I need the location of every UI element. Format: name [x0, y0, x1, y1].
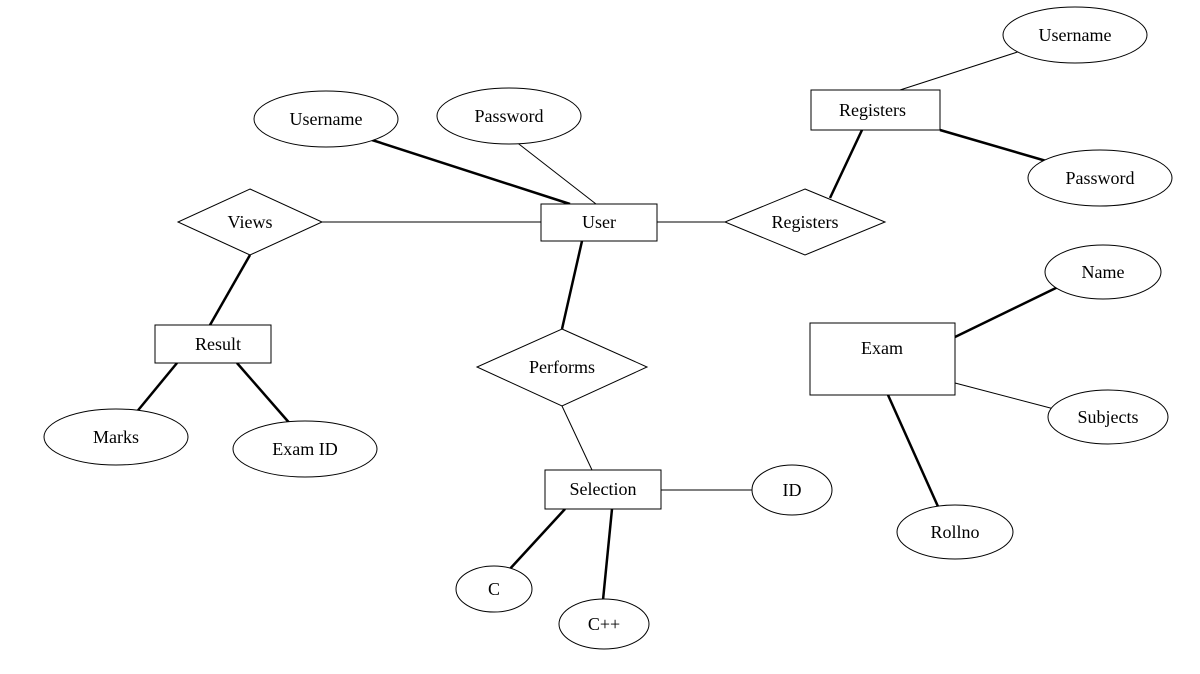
attr-result-marks-label: Marks	[93, 427, 139, 447]
entity-exam: Exam	[810, 323, 955, 395]
edge-exam-name	[955, 286, 1060, 337]
rel-registers: Registers	[725, 189, 885, 255]
edge-selection-cpp	[603, 509, 612, 600]
attr-result-marks: Marks	[44, 409, 188, 465]
attr-user-username: Username	[254, 91, 398, 147]
edge-registers-username	[900, 48, 1030, 90]
attr-reg-username-label: Username	[1039, 25, 1112, 45]
attr-exam-rollno: Rollno	[897, 505, 1013, 559]
edge-exam-subjects	[955, 383, 1058, 410]
edge-result-marks	[135, 363, 177, 414]
entity-result: Result	[155, 325, 271, 363]
entity-registers: Registers	[811, 90, 940, 130]
rel-views: Views	[178, 189, 322, 255]
edge-registers-rel-entity	[830, 130, 862, 198]
entity-selection: Selection	[545, 470, 661, 509]
attr-exam-name: Name	[1045, 245, 1161, 299]
attr-exam-name-label: Name	[1082, 262, 1125, 282]
entity-user: User	[541, 204, 657, 241]
entity-selection-label: Selection	[570, 479, 637, 499]
edge-exam-rollno	[888, 395, 940, 511]
attr-selection-cpp-label: C++	[588, 614, 620, 634]
edge-user-password	[515, 141, 596, 204]
attr-reg-username: Username	[1003, 7, 1147, 63]
attr-user-password: Password	[437, 88, 581, 144]
attr-exam-subjects-label: Subjects	[1078, 407, 1139, 427]
edge-views-result	[210, 255, 250, 325]
attr-user-password-label: Password	[474, 106, 543, 126]
entity-result-label: Result	[195, 334, 241, 354]
rel-registers-label: Registers	[772, 212, 839, 232]
attr-reg-password: Password	[1028, 150, 1172, 206]
attr-selection-cpp: C++	[559, 599, 649, 649]
rel-performs-label: Performs	[529, 357, 595, 377]
edge-result-examid	[237, 363, 292, 426]
attr-selection-id: ID	[752, 465, 832, 515]
entity-user-label: User	[582, 212, 616, 232]
edge-registers-password	[940, 130, 1060, 165]
edge-performs-selection	[562, 406, 592, 470]
entity-exam-label: Exam	[861, 338, 903, 358]
attr-result-examid-label: Exam ID	[272, 439, 337, 459]
attr-result-examid: Exam ID	[233, 421, 377, 477]
attr-exam-subjects: Subjects	[1048, 390, 1168, 444]
attr-reg-password-label: Password	[1065, 168, 1134, 188]
edge-selection-c	[508, 509, 565, 571]
attr-user-username-label: Username	[290, 109, 363, 129]
edge-user-username	[372, 140, 570, 204]
attr-selection-c-label: C	[488, 579, 500, 599]
rel-performs: Performs	[477, 329, 647, 406]
rel-views-label: Views	[228, 212, 273, 232]
attr-selection-c: C	[456, 566, 532, 612]
attr-selection-id-label: ID	[783, 480, 802, 500]
entity-registers-label: Registers	[839, 100, 906, 120]
edge-user-performs	[562, 241, 582, 329]
er-diagram: Username Password Username Password Mark…	[0, 0, 1200, 674]
attr-exam-rollno-label: Rollno	[930, 522, 979, 542]
